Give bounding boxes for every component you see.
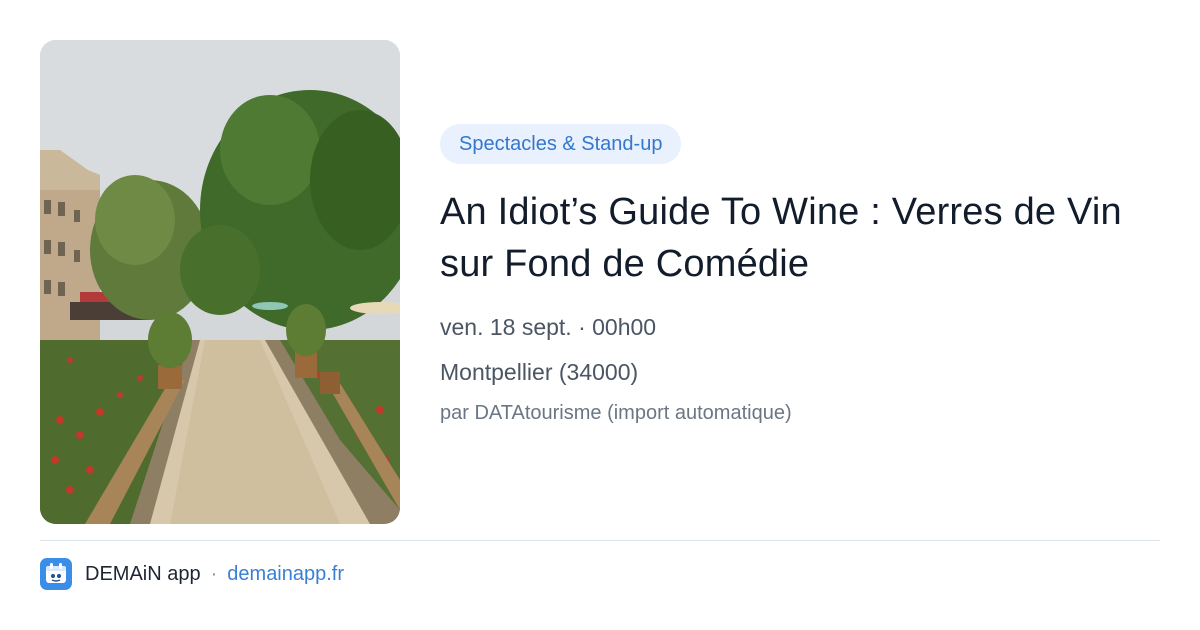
- site-link[interactable]: demainapp.fr: [227, 563, 344, 586]
- app-name[interactable]: DEMAiN app: [85, 563, 201, 586]
- footer-divider: [40, 540, 1160, 541]
- event-date-time: ven. 18 sept. · 00h00: [440, 314, 657, 340]
- event-photo: [40, 40, 400, 524]
- demain-app-logo-icon[interactable]: [40, 558, 72, 590]
- event-location: Montpellier (34000): [440, 359, 639, 385]
- footer: DEMAiN app · demainapp.fr: [40, 558, 344, 590]
- event-author: par DATAtourisme (import automatique): [440, 402, 792, 424]
- event-title[interactable]: An Idiot’s Guide To Wine : Verres de Vin…: [440, 186, 1160, 290]
- category-tag[interactable]: Spectacles & Stand-up: [440, 124, 682, 164]
- event-info: Spectacles & Stand-up An Idiot’s Guide T…: [440, 124, 1160, 427]
- footer-separator: ·: [210, 562, 218, 585]
